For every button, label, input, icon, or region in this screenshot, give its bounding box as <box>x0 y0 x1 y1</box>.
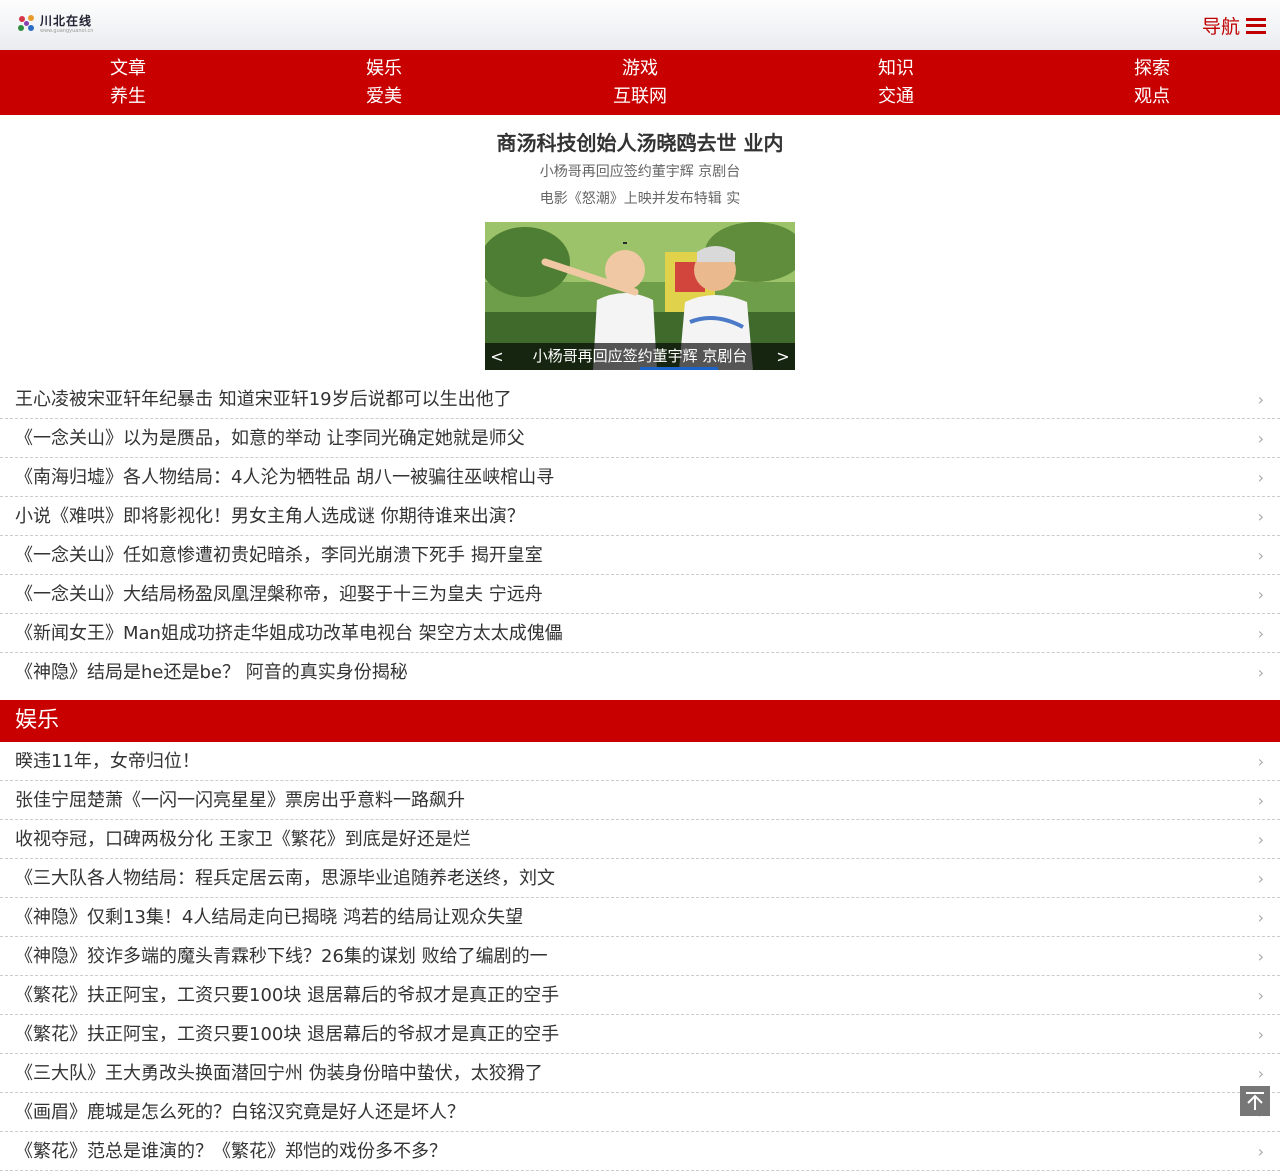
chevron-right-icon: › <box>1257 752 1264 771</box>
category-link-health[interactable]: 养生 <box>0 83 256 111</box>
list-item-title: 王心凌被宋亚轩年纪暴击 知道宋亚轩19岁后说都可以生出他了 <box>15 389 512 410</box>
chevron-right-icon: › <box>1257 390 1264 409</box>
headline-title[interactable]: 商汤科技创始人汤晓鸥去世 业内 <box>0 127 1280 159</box>
chevron-right-icon: › <box>1257 1142 1264 1161</box>
list-item[interactable]: 收视夺冠，口碑两极分化 王家卫《繁花》到底是好还是烂 › <box>0 820 1280 859</box>
list-item-title: 《神隐》仅剩13集！4人结局走向已揭晓 鸿若的结局让观众失望 <box>15 907 524 928</box>
list-item[interactable]: 《繁花》扶正阿宝，工资只要100块 退居幕后的爷叔才是真正的空手 › <box>0 1015 1280 1054</box>
chevron-right-icon: › <box>1257 947 1264 966</box>
category-link-knowledge[interactable]: 知识 <box>768 55 1024 83</box>
list-item[interactable]: 《神隐》结局是he还是be？ 阿音的真实身份揭秘 › <box>0 653 1280 692</box>
category-nav: 文章 娱乐 游戏 知识 探索 养生 爱美 互联网 交通 观点 <box>0 50 1280 115</box>
list-item-title: 《神隐》结局是he还是be？ 阿音的真实身份揭秘 <box>15 662 408 683</box>
chevron-right-icon: › <box>1257 624 1264 643</box>
list-item[interactable]: 《三大队》王大勇改头换面潜回宁州 伪装身份暗中蛰伏，太狡猾了 › <box>0 1054 1280 1093</box>
list-item-title: 《繁花》范总是谁演的？《繁花》郑恺的戏份多不多？ <box>15 1141 447 1162</box>
list-item[interactable]: 张佳宁屈楚萧《一闪一闪亮星星》票房出乎意料一路飙升 › <box>0 781 1280 820</box>
chevron-right-icon: › <box>1257 507 1264 526</box>
category-link-article[interactable]: 文章 <box>0 55 256 83</box>
category-link-beauty[interactable]: 爱美 <box>256 83 512 111</box>
headline-sub-2[interactable]: 电影《怒潮》上映并发布特辑 实 <box>0 186 1280 213</box>
list-item[interactable]: 《繁花》范总是谁演的？《繁花》郑恺的戏份多不多？ › <box>0 1132 1280 1171</box>
menu-icon <box>1246 17 1266 34</box>
chevron-right-icon: › <box>1257 791 1264 810</box>
list-item-title: 《画眉》鹿城是怎么死的？白铭汉究竟是好人还是坏人？ <box>15 1102 465 1123</box>
entertainment-article-list: 暌违11年，女帝归位！ › 张佳宁屈楚萧《一闪一闪亮星星》票房出乎意料一路飙升 › … <box>0 742 1280 1171</box>
list-item-title: 《新闻女王》Man姐成功挤走华姐成功改革电视台 架空方太太成傀儡 <box>15 623 563 644</box>
list-item-title: 《一念关山》大结局杨盈凤凰涅槃称帝，迎娶于十三为皇夫 宁远舟 <box>15 584 543 605</box>
chevron-right-icon: › <box>1257 986 1264 1005</box>
chevron-right-icon: › <box>1257 663 1264 682</box>
back-to-top-button[interactable] <box>1240 1086 1270 1116</box>
slider-caption[interactable]: 小杨哥再回应签约董宇辉 京剧台 <box>485 343 795 370</box>
list-item-title: 《三大队》王大勇改头换面潜回宁州 伪装身份暗中蛰伏，太狡猾了 <box>15 1063 543 1084</box>
list-item[interactable]: 《一念关山》任如意惨遭初贵妃暗杀，李同光崩溃下死手 揭开皇室 › <box>0 536 1280 575</box>
nav-label: 导航 <box>1201 16 1240 38</box>
chevron-right-icon: › <box>1257 908 1264 927</box>
list-item-title: 《繁花》扶正阿宝，工资只要100块 退居幕后的爷叔才是真正的空手 <box>15 985 560 1006</box>
site-header: 川北在线 www.guangyuanol.cn 导航 <box>0 0 1280 50</box>
list-item-title: 小说《难哄》即将影视化！男女主角人选成谜 你期待谁来出演？ <box>15 506 525 527</box>
chevron-right-icon: › <box>1257 429 1264 448</box>
category-link-opinion[interactable]: 观点 <box>1024 83 1280 111</box>
list-item[interactable]: 《三大队各人物结局：程兵定居云南，思源毕业追随养老送终，刘文 › <box>0 859 1280 898</box>
image-slider[interactable]: 小杨哥再回应签约董宇辉 京剧台 < > <box>485 222 795 370</box>
section-title-entertainment[interactable]: 娱乐 <box>0 700 1280 742</box>
list-item[interactable]: 《一念关山》大结局杨盈凤凰涅槃称帝，迎娶于十三为皇夫 宁远舟 › <box>0 575 1280 614</box>
list-item-title: 《一念关山》任如意惨遭初贵妃暗杀，李同光崩溃下死手 揭开皇室 <box>15 545 543 566</box>
list-item[interactable]: 《神隐》仅剩13集！4人结局走向已揭晓 鸿若的结局让观众失望 › <box>0 898 1280 937</box>
logo-icon <box>18 15 34 31</box>
list-item[interactable]: 《南海归墟》各人物结局：4人沦为牺牲品 胡八一被骗往巫峡棺山寻 › <box>0 458 1280 497</box>
slider-prev-button[interactable]: < <box>485 343 509 370</box>
slider-next-button[interactable]: > <box>771 343 795 370</box>
list-item-title: 《南海归墟》各人物结局：4人沦为牺牲品 胡八一被骗往巫峡棺山寻 <box>15 467 555 488</box>
list-item-title: 《一念关山》以为是赝品，如意的举动 让李同光确定她就是师父 <box>15 428 525 449</box>
chevron-right-icon: › <box>1257 546 1264 565</box>
list-item-title: 《三大队各人物结局：程兵定居云南，思源毕业追随养老送终，刘文 <box>15 868 555 889</box>
category-link-traffic[interactable]: 交通 <box>768 83 1024 111</box>
site-logo[interactable]: 川北在线 www.guangyuanol.cn <box>16 13 93 35</box>
nav-menu-button[interactable]: 导航 <box>1202 12 1266 39</box>
headline-block: 商汤科技创始人汤晓鸥去世 业内 小杨哥再回应签约董宇辉 京剧台 电影《怒潮》上映… <box>0 127 1280 213</box>
list-item[interactable]: 《新闻女王》Man姐成功挤走华姐成功改革电视台 架空方太太成傀儡 › <box>0 614 1280 653</box>
list-item-title: 《繁花》扶正阿宝，工资只要100块 退居幕后的爷叔才是真正的空手 <box>15 1024 560 1045</box>
list-item-title: 张佳宁屈楚萧《一闪一闪亮星星》票房出乎意料一路飙升 <box>15 790 465 811</box>
list-item-title: 暌违11年，女帝归位！ <box>15 751 200 772</box>
logo-name: 川北在线 <box>40 13 93 28</box>
chevron-right-icon: › <box>1257 1025 1264 1044</box>
chevron-right-icon: › <box>1257 468 1264 487</box>
logo-url: www.guangyuanol.cn <box>40 27 94 34</box>
list-item[interactable]: 《神隐》狡诈多端的魔头青霖秒下线？26集的谋划 败给了编剧的一 › <box>0 937 1280 976</box>
category-link-entertainment[interactable]: 娱乐 <box>256 55 512 83</box>
list-item-title: 收视夺冠，口碑两极分化 王家卫《繁花》到底是好还是烂 <box>15 829 471 850</box>
top-article-list: 王心凌被宋亚轩年纪暴击 知道宋亚轩19岁后说都可以生出他了 › 《一念关山》以为是… <box>0 380 1280 692</box>
back-to-top-icon <box>1246 1092 1264 1110</box>
category-link-game[interactable]: 游戏 <box>512 55 768 83</box>
slider-indicator <box>640 367 718 370</box>
list-item[interactable]: 王心凌被宋亚轩年纪暴击 知道宋亚轩19岁后说都可以生出他了 › <box>0 380 1280 419</box>
list-item[interactable]: 暌违11年，女帝归位！ › <box>0 742 1280 781</box>
chevron-right-icon: › <box>1257 585 1264 604</box>
list-item-title: 《神隐》狡诈多端的魔头青霖秒下线？26集的谋划 败给了编剧的一 <box>15 946 548 967</box>
list-item[interactable]: 《一念关山》以为是赝品，如意的举动 让李同光确定她就是师父 › <box>0 419 1280 458</box>
list-item[interactable]: 小说《难哄》即将影视化！男女主角人选成谜 你期待谁来出演？ › <box>0 497 1280 536</box>
headline-sub-1[interactable]: 小杨哥再回应签约董宇辉 京剧台 <box>0 159 1280 186</box>
list-item[interactable]: 《画眉》鹿城是怎么死的？白铭汉究竟是好人还是坏人？› <box>0 1093 1280 1132</box>
category-link-internet[interactable]: 互联网 <box>512 83 768 111</box>
chevron-right-icon: › <box>1257 830 1264 849</box>
list-item[interactable]: 《繁花》扶正阿宝，工资只要100块 退居幕后的爷叔才是真正的空手 › <box>0 976 1280 1015</box>
chevron-right-icon: › <box>1257 869 1264 888</box>
category-link-explore[interactable]: 探索 <box>1024 55 1280 83</box>
